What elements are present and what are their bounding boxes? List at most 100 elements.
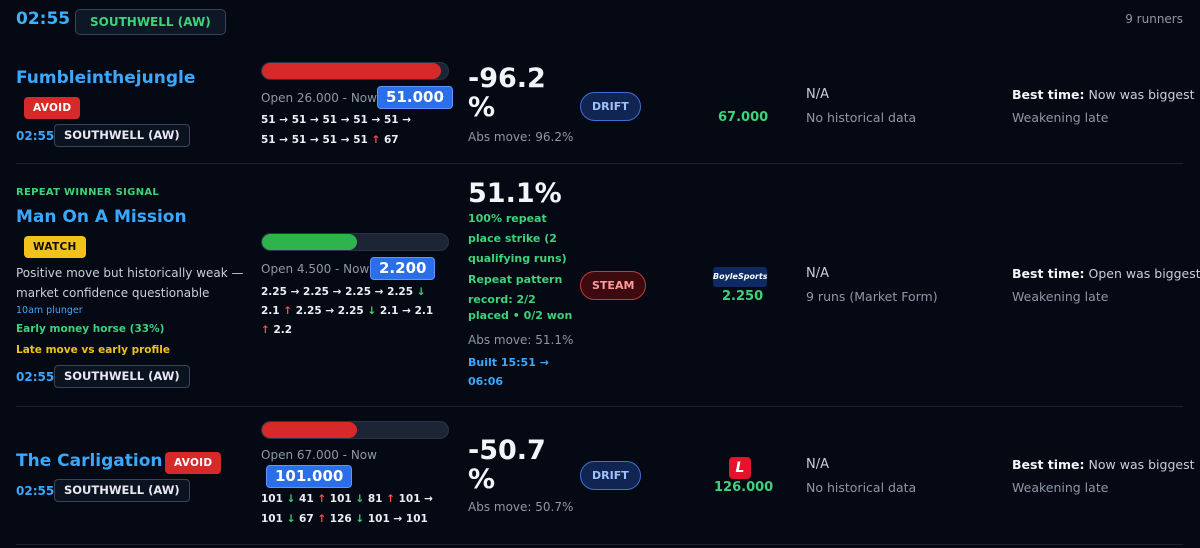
early-money-label: Early money horse (33%) (16, 323, 165, 335)
horse-name[interactable]: Man On A Mission (16, 207, 187, 227)
move-bar-fill (262, 422, 357, 438)
right-arrow-icon: → (332, 286, 342, 298)
meeting-badge[interactable]: SOUTHWELL (AW) (54, 365, 190, 388)
move-bar (261, 233, 449, 251)
up-arrow-icon: ↑ (386, 493, 395, 505)
price-point: 2.25 (387, 286, 414, 298)
history-title: N/A (806, 87, 829, 102)
late-status: Weakening late (1012, 110, 1109, 125)
price-point: 51 (353, 114, 368, 126)
best-time: Best time: Now was biggest (1012, 87, 1194, 102)
price-point: 2.25 (261, 286, 287, 298)
built-time: 06:06 (468, 375, 504, 388)
horse-name[interactable]: Fumbleinthejungle (16, 68, 195, 88)
race-time: 02:55 (16, 484, 55, 498)
ladbrokes-logo: L (729, 457, 751, 479)
price-point: 126 (329, 513, 352, 525)
move-bar-fill (262, 63, 441, 79)
late-status: Weakening late (1012, 480, 1109, 495)
now-price-pill: 51.000 (377, 86, 453, 109)
price-point: 51 (261, 114, 276, 126)
open-now-label: Open 67.000 - Now (261, 448, 377, 462)
now-price-pill: 2.200 (370, 257, 436, 280)
price-point: 51 (291, 114, 307, 126)
percent-move: -96.2 (468, 63, 546, 94)
best-time-value: Now was biggest (1088, 457, 1195, 472)
late-status: Weakening late (1012, 289, 1109, 304)
description: Positive move but historically weak — (16, 266, 244, 280)
right-arrow-icon: → (393, 513, 403, 525)
right-arrow-icon: → (310, 134, 319, 146)
price-point: 2.1 (261, 305, 280, 317)
up-arrow-icon: ↑ (261, 324, 270, 336)
horse-name[interactable]: The Carligation (16, 451, 163, 471)
steam-chip: STEAM (580, 271, 647, 300)
price-point: 51 (322, 134, 338, 146)
late-move-label: Late move vs early profile (16, 344, 170, 356)
history-detail: 9 runs (Market Form) (806, 289, 938, 304)
repeat-strike: place strike (2 (468, 232, 557, 245)
move-bar-fill (262, 234, 357, 250)
runner-row[interactable]: Fumbleinthejungle AVOID 02:55 SOUTHWELL … (0, 0, 1200, 165)
runner-row[interactable]: The Carligation AVOID 02:55 SOUTHWELL (A… (0, 407, 1200, 548)
price-point: 2.2 (273, 324, 293, 336)
percent-sign: % (468, 92, 496, 123)
price-point: 67 (299, 513, 314, 525)
price-sequence: 101 ↓ 67 ↑ 126 ↓ 101 → 101 (261, 509, 428, 529)
price-point: 101 (405, 513, 428, 525)
race-time: 02:55 (16, 129, 55, 143)
right-arrow-icon: → (310, 114, 319, 126)
meeting-badge[interactable]: SOUTHWELL (AW) (54, 479, 190, 502)
open-now-label: Open 26.000 - Now (261, 91, 377, 105)
description: market confidence questionable (16, 286, 210, 300)
price-point: 2.25 (345, 286, 372, 298)
price-point: 51 (322, 114, 338, 126)
percent-move: -50.7 (468, 435, 546, 466)
race-time: 02:55 (16, 370, 55, 384)
down-arrow-icon: ↓ (286, 493, 296, 505)
right-arrow-icon: → (279, 114, 289, 126)
price-point: 67 (384, 134, 399, 146)
price-sequence: 101 ↓ 41 ↑ 101 ↓ 81 ↑ 101 → (261, 489, 433, 509)
now-price-pill: 101.000 (266, 465, 353, 488)
up-arrow-icon: ↑ (317, 493, 327, 505)
right-arrow-icon: → (374, 286, 384, 298)
boylesports-logo: BoyleSports (713, 267, 768, 287)
repeat-pattern: Repeat pattern (468, 273, 563, 286)
right-arrow-icon: → (340, 114, 350, 126)
down-arrow-icon: ↓ (355, 513, 365, 525)
avoid-tag: AVOID (24, 97, 81, 119)
best-time: Best time: Open was biggest (1012, 266, 1200, 281)
price-point: 2.25 (303, 286, 329, 298)
best-odds: 2.250 (722, 289, 764, 304)
built-time: Built 15:51 → (468, 356, 549, 369)
history-detail: No historical data (806, 480, 917, 495)
price-sequence: 51 → 51 → 51 → 51 ↑ 67 (261, 130, 399, 150)
price-point: 51 (353, 134, 368, 146)
watch-tag: WATCH (24, 236, 86, 258)
down-arrow-icon: ↓ (416, 286, 426, 298)
price-sequence: 2.1 ↑ 2.25 → 2.25 ↓ 2.1 → 2.1 (261, 301, 433, 321)
price-sequence: ↑ 2.2 (261, 320, 292, 340)
history-detail: No historical data (806, 110, 917, 125)
right-arrow-icon: → (325, 305, 335, 317)
price-point: 51 (384, 114, 399, 126)
runner-row[interactable]: REPEAT WINNER SIGNAL Man On A Mission WA… (0, 165, 1200, 407)
down-arrow-icon: ↓ (286, 513, 296, 525)
repeat-pattern: placed • 0/2 won (468, 309, 573, 322)
repeat-winner-signal: REPEAT WINNER SIGNAL (16, 187, 160, 198)
percent-sign: % (468, 464, 496, 495)
avoid-tag: AVOID (165, 452, 222, 474)
best-time-label: Best time: (1012, 266, 1085, 281)
right-arrow-icon: → (402, 114, 412, 126)
best-time-label: Best time: (1012, 87, 1085, 102)
price-point: 2.25 (295, 305, 322, 317)
meeting-badge[interactable]: SOUTHWELL (AW) (54, 124, 190, 147)
best-time: Best time: Now was biggest (1012, 457, 1194, 472)
percent-move: 51.1% (468, 178, 562, 209)
right-arrow-icon: → (279, 134, 289, 146)
row-divider (16, 544, 1183, 545)
best-odds: 126.000 (714, 480, 774, 495)
price-point: 101 (367, 513, 390, 525)
price-sequence: 2.25 → 2.25 → 2.25 → 2.25 ↓ (261, 282, 426, 302)
